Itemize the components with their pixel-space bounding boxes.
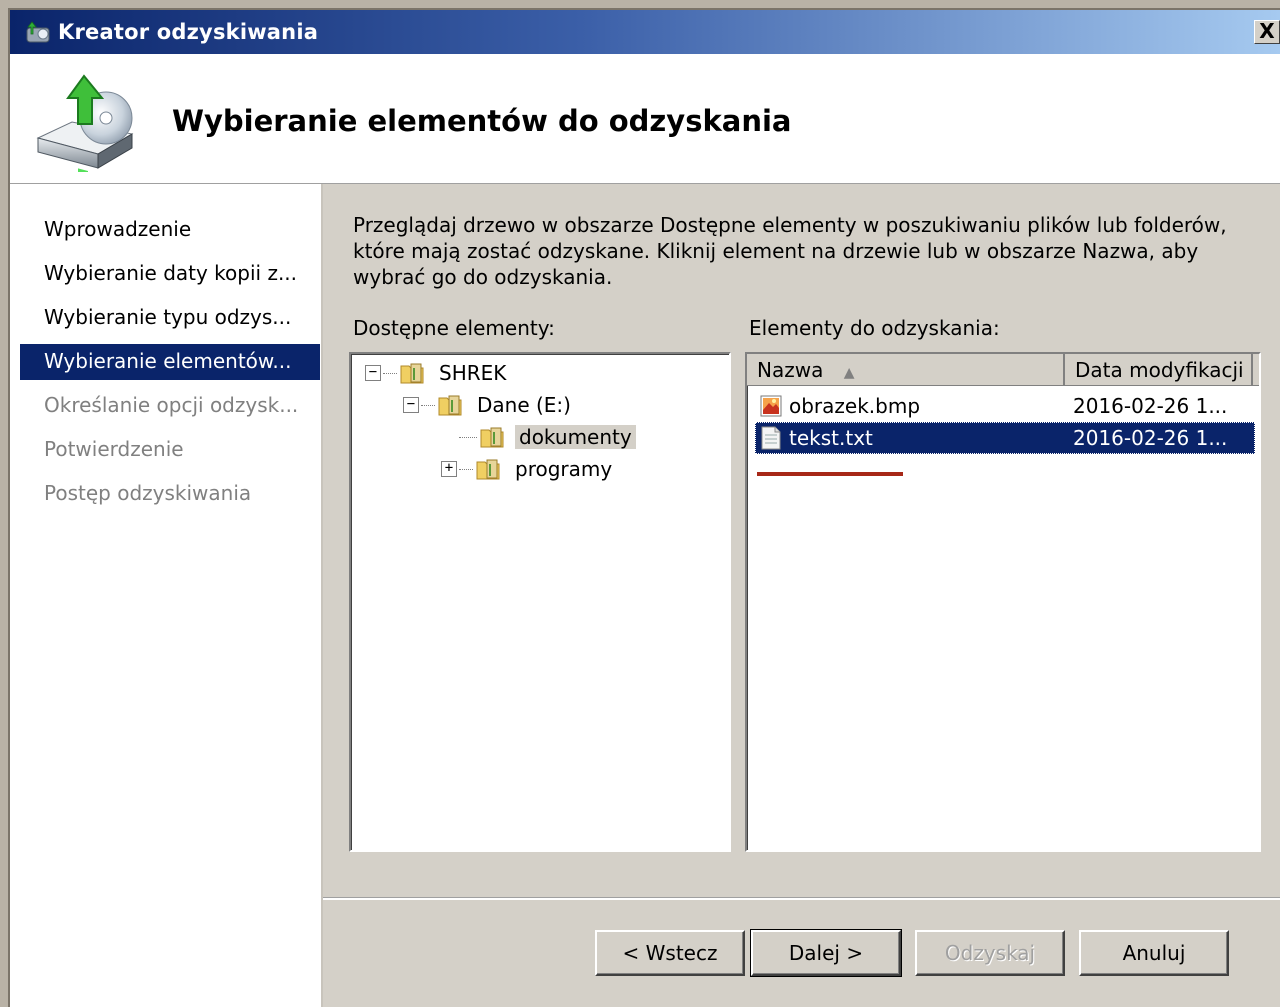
column-header-date[interactable]: Data modyfikacji [1065, 354, 1253, 386]
button-bar: < Wstecz Dalej > Odzyskaj Anuluj [323, 898, 1280, 1007]
bitmap-file-icon [760, 395, 782, 417]
step-select-items[interactable]: Wybieranie elementów... [20, 344, 320, 380]
wizard-header: Wybieranie elementów do odzyskania [10, 54, 1280, 184]
text-file-icon [761, 426, 781, 450]
collapse-icon[interactable]: − [403, 397, 419, 413]
step-select-backup-date[interactable]: Wybieranie daty kopii z... [20, 256, 320, 292]
step-recovery-options: Określanie opcji odzysk... [44, 393, 299, 417]
file-date: 2016-02-26 1... [1073, 426, 1228, 450]
cancel-button[interactable]: Anuluj [1079, 930, 1229, 976]
step-select-recovery-type[interactable]: Wybieranie typu odzys... [20, 300, 320, 336]
folder-icon [480, 427, 504, 448]
collapse-icon[interactable]: − [365, 365, 381, 381]
file-name: obrazek.bmp [789, 394, 921, 418]
available-items-tree[interactable]: − SHREK − Dane (E:) dokumenty + programy [349, 352, 731, 852]
wizard-content: Przeglądaj drzewo w obszarze Dostępne el… [323, 184, 1280, 898]
column-header-name[interactable]: Nazwa ▲ [747, 354, 1065, 386]
step-confirmation: Potwierdzenie [44, 437, 184, 461]
drive-folder-icon [438, 395, 462, 416]
tree-label: Dane (E:) [477, 393, 571, 417]
tree-label: programy [515, 457, 613, 481]
column-name-label: Nazwa [757, 358, 824, 382]
sort-ascending-icon: ▲ [843, 365, 855, 381]
backup-restore-icon [36, 74, 134, 172]
wizard-window: Kreator odzyskiwania X Wybieranie elemen… [8, 8, 1280, 1007]
annotation-underline [757, 472, 903, 476]
folder-icon [476, 459, 500, 480]
list-item-selected[interactable]: tekst.txt 2016-02-26 1... [755, 422, 1255, 454]
step-recovery-progress: Postęp odzyskiwania [44, 481, 252, 505]
column-date-label: Data modyfikacji [1075, 358, 1244, 382]
items-to-recover-list[interactable]: Nazwa ▲ Data modyfikacji obrazek.bmp 201… [745, 352, 1261, 852]
tree-node-shrek[interactable]: − SHREK [365, 358, 510, 388]
expand-icon[interactable]: + [441, 461, 457, 477]
recover-button: Odzyskaj [915, 930, 1065, 976]
file-name: tekst.txt [789, 426, 873, 450]
tree-label: SHREK [439, 361, 507, 385]
window-title: Kreator odzyskiwania [58, 20, 319, 44]
step-introduction[interactable]: Wprowadzenie [20, 212, 320, 248]
back-button[interactable]: < Wstecz [595, 930, 745, 976]
available-items-label: Dostępne elementy: [353, 316, 555, 340]
tree-label-selected: dokumenty [515, 425, 636, 449]
tree-node-drive-e[interactable]: − Dane (E:) [403, 390, 575, 420]
list-header: Nazwa ▲ Data modyfikacji [747, 354, 1259, 386]
server-folder-icon [400, 363, 424, 384]
close-icon: X [1259, 19, 1275, 43]
items-to-recover-label: Elementy do odzyskania: [749, 316, 1000, 340]
tree-node-dokumenty[interactable]: dokumenty [441, 422, 636, 452]
backup-app-icon [26, 21, 50, 43]
close-button[interactable]: X [1254, 20, 1280, 44]
page-title: Wybieranie elementów do odzyskania [172, 104, 792, 138]
title-bar: Kreator odzyskiwania X [10, 10, 1280, 54]
list-item[interactable]: obrazek.bmp 2016-02-26 1... [755, 390, 1255, 422]
tree-node-programy[interactable]: + programy [441, 454, 616, 484]
instructions-text: Przeglądaj drzewo w obszarze Dostępne el… [353, 213, 1227, 289]
file-date: 2016-02-26 1... [1073, 394, 1228, 418]
wizard-steps: Wprowadzenie Wybieranie daty kopii z... … [10, 184, 323, 1007]
next-button[interactable]: Dalej > [750, 929, 902, 977]
